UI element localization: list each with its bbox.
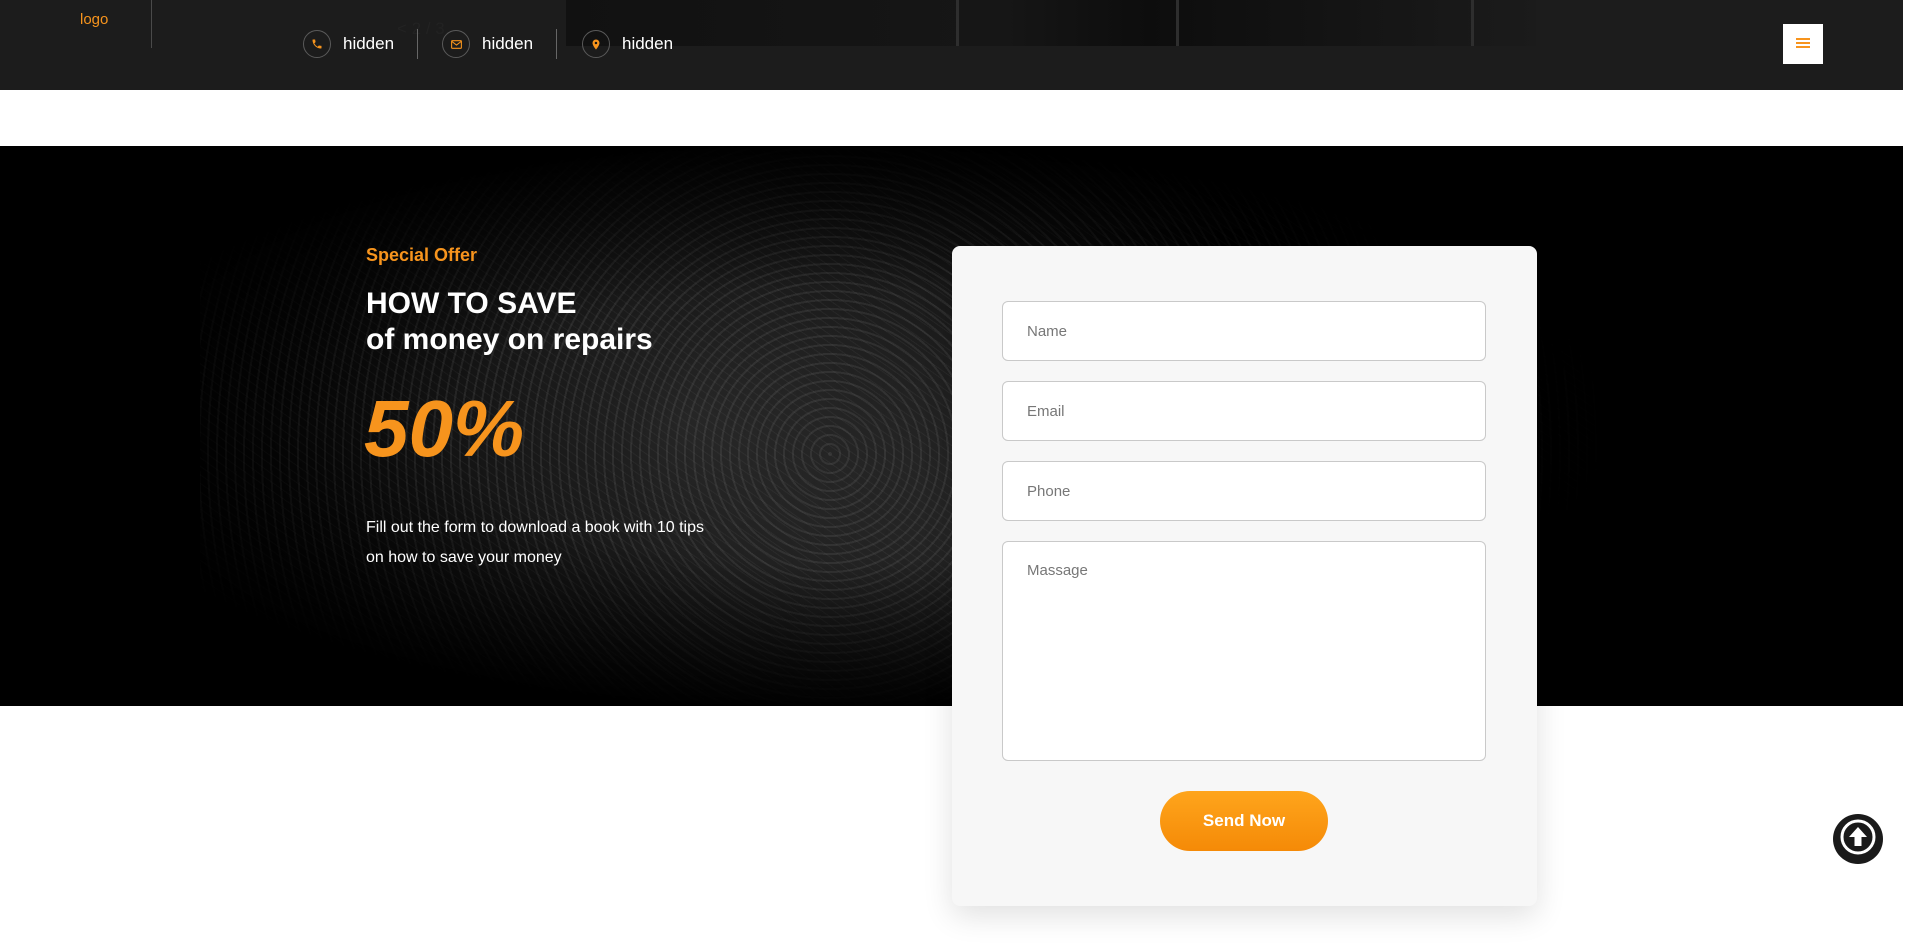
divider <box>417 29 418 59</box>
name-field[interactable] <box>1002 301 1486 361</box>
contact-address-text: hidden <box>622 34 674 53</box>
message-field[interactable] <box>1002 541 1486 761</box>
image-detail <box>1176 0 1179 46</box>
divider <box>151 0 152 48</box>
menu-button[interactable] <box>1783 24 1823 64</box>
image-detail <box>1471 0 1474 46</box>
phone-field[interactable] <box>1002 461 1486 521</box>
offer-description: Fill out the form to download a book wit… <box>366 519 704 566</box>
contact-email-text: hidden <box>482 34 534 53</box>
email-field[interactable] <box>1002 381 1486 441</box>
top-header: logo < 2 / 3 hidden hidden hidden <box>0 0 1903 90</box>
map-pin-icon <box>582 30 610 58</box>
divider <box>556 29 557 59</box>
slider-counter[interactable]: < 2 / 3 <box>397 19 445 39</box>
discount-percent: 50% <box>364 384 525 473</box>
hamburger-menu-icon <box>1796 37 1810 52</box>
offer-eyebrow: Special Offer <box>366 245 478 265</box>
headline-line-1: HOW TO SAVE <box>366 287 577 320</box>
contact-phone[interactable]: hidden <box>303 29 394 59</box>
phone-icon <box>303 30 331 58</box>
site-logo[interactable]: logo <box>80 11 108 28</box>
send-now-button[interactable]: Send Now <box>1160 791 1328 851</box>
offer-headline: HOW TO SAVE of money on repairs <box>366 286 653 358</box>
arrow-up-circle-icon <box>1838 817 1878 862</box>
contact-address[interactable]: hidden <box>582 29 673 59</box>
contact-email[interactable]: hidden <box>442 29 533 59</box>
headline-line-2: of money on repairs <box>366 323 653 356</box>
header-slider-image <box>566 0 1536 46</box>
scroll-to-top-button[interactable] <box>1833 814 1883 864</box>
envelope-icon <box>442 30 470 58</box>
contact-phone-text: hidden <box>343 34 395 53</box>
image-detail <box>956 0 959 46</box>
contact-form: Send Now <box>952 246 1537 906</box>
